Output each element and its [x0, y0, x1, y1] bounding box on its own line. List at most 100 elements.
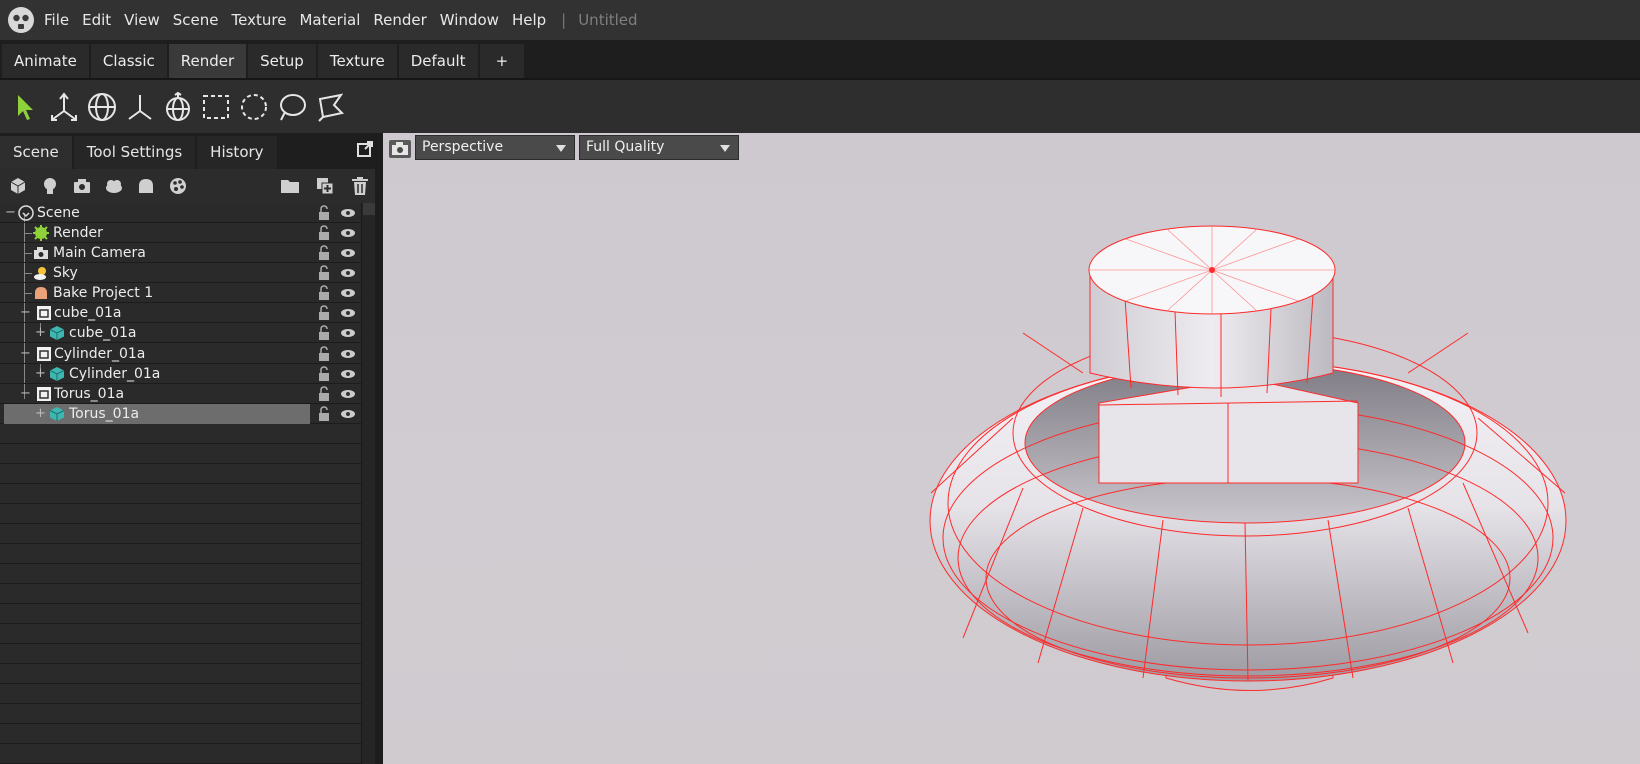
trash-icon[interactable]	[350, 176, 370, 196]
menu-material[interactable]: Material	[299, 11, 360, 29]
lock-icon[interactable]	[318, 325, 330, 341]
add-cube-icon[interactable]	[8, 176, 28, 196]
menu-file[interactable]: File	[44, 11, 69, 29]
tree-row-cylinder-group[interactable]: − Cylinder_01a	[0, 344, 361, 364]
collapse-toggle[interactable]: −	[5, 203, 16, 223]
add-camera-icon[interactable]	[72, 176, 92, 196]
tab-setup[interactable]: Setup	[248, 44, 316, 78]
panel-divider[interactable]	[375, 133, 383, 764]
tree-row-torus-group[interactable]: − Torus_01a	[0, 384, 361, 404]
tree-row-cube-mesh[interactable]: + cube_01a	[0, 323, 361, 343]
tree-row-main-camera[interactable]: Main Camera	[0, 243, 361, 263]
lock-icon[interactable]	[318, 346, 330, 362]
lock-icon[interactable]	[318, 265, 330, 281]
lock-icon[interactable]	[318, 285, 330, 301]
camera-icon[interactable]	[389, 140, 411, 158]
duplicate-icon[interactable]	[315, 176, 335, 196]
circle-select-icon[interactable]	[236, 89, 272, 125]
tree-row-bake-project[interactable]: Bake Project 1	[0, 283, 361, 303]
camera-mode-dropdown[interactable]: Perspective	[415, 135, 575, 160]
menu-texture[interactable]: Texture	[232, 11, 287, 29]
add-bake-icon[interactable]	[136, 176, 156, 196]
tree-row-render[interactable]: Render	[0, 223, 361, 243]
tab-tool-settings[interactable]: Tool Settings	[73, 136, 196, 169]
rect-select-icon[interactable]	[198, 89, 234, 125]
collapse-toggle[interactable]: −	[20, 344, 31, 364]
3d-viewport[interactable]: Perspective Full Quality	[383, 133, 1640, 764]
add-sky-icon[interactable]	[104, 176, 124, 196]
add-tab-button[interactable]: +	[479, 44, 525, 78]
scroll-up-button[interactable]	[363, 203, 375, 215]
scene-root-icon	[18, 205, 34, 221]
mesh-icon	[49, 407, 65, 421]
popout-icon[interactable]	[357, 141, 373, 157]
scale-axis-icon[interactable]	[122, 89, 158, 125]
expand-toggle[interactable]: +	[35, 323, 46, 343]
polygon-select-icon[interactable]	[312, 89, 348, 125]
lock-icon[interactable]	[318, 386, 330, 402]
tab-default[interactable]: Default	[398, 44, 478, 78]
menu-bar: File Edit View Scene Texture Material Re…	[0, 0, 1640, 40]
empty-row	[0, 664, 361, 684]
expand-toggle[interactable]: +	[35, 404, 46, 424]
empty-row	[0, 484, 361, 504]
lock-icon[interactable]	[318, 205, 330, 221]
visibility-eye-icon[interactable]	[340, 369, 356, 379]
tree-label: Main Camera	[53, 245, 146, 261]
visibility-eye-icon[interactable]	[340, 349, 356, 359]
tree-row-torus-mesh[interactable]: + Torus_01a	[0, 404, 361, 424]
menu-render[interactable]: Render	[373, 11, 426, 29]
quality-dropdown[interactable]: Full Quality	[579, 135, 739, 160]
empty-row	[0, 564, 361, 584]
app-logo-icon[interactable]	[6, 5, 36, 35]
lock-icon[interactable]	[318, 366, 330, 382]
menu-scene[interactable]: Scene	[173, 11, 219, 29]
select-arrow-icon[interactable]	[8, 89, 44, 125]
tree-scrollbar[interactable]	[361, 203, 376, 764]
visibility-eye-icon[interactable]	[340, 409, 356, 419]
visibility-eye-icon[interactable]	[340, 389, 356, 399]
visibility-eye-icon[interactable]	[340, 308, 356, 318]
visibility-eye-icon[interactable]	[340, 288, 356, 298]
visibility-eye-icon[interactable]	[340, 268, 356, 278]
add-material-icon[interactable]	[168, 176, 188, 196]
tree-row-cylinder-mesh[interactable]: + Cylinder_01a	[0, 364, 361, 384]
menu-help[interactable]: Help	[512, 11, 546, 29]
expand-toggle[interactable]: +	[35, 364, 46, 384]
lock-icon[interactable]	[318, 305, 330, 321]
scene-render[interactable]	[383, 133, 1640, 764]
lock-icon[interactable]	[318, 406, 330, 422]
empty-row	[0, 524, 361, 544]
tree-label: Torus_01a	[54, 386, 125, 402]
tree-row-cube-group[interactable]: − cube_01a	[0, 303, 361, 323]
lock-icon[interactable]	[318, 225, 330, 241]
empty-row	[0, 604, 361, 624]
rotate-sphere-icon[interactable]	[84, 89, 120, 125]
lasso-select-icon[interactable]	[274, 89, 310, 125]
chevron-down-icon	[720, 145, 730, 152]
empty-row	[0, 584, 361, 604]
menu-view[interactable]: View	[124, 11, 160, 29]
tree-row-scene[interactable]: − Scene	[0, 203, 361, 223]
collapse-toggle[interactable]: −	[20, 303, 31, 323]
tab-texture[interactable]: Texture	[317, 44, 397, 78]
tree-row-sky[interactable]: Sky	[0, 263, 361, 283]
visibility-eye-icon[interactable]	[340, 228, 356, 238]
tab-classic[interactable]: Classic	[90, 44, 167, 78]
tab-scene[interactable]: Scene	[0, 136, 72, 169]
add-light-icon[interactable]	[40, 176, 60, 196]
lock-icon[interactable]	[318, 245, 330, 261]
tab-history[interactable]: History	[197, 136, 277, 169]
folder-icon[interactable]	[280, 176, 300, 196]
collapse-toggle[interactable]: −	[20, 384, 31, 404]
visibility-eye-icon[interactable]	[340, 328, 356, 338]
move-axis-icon[interactable]	[46, 89, 82, 125]
tab-render[interactable]: Render	[168, 44, 247, 78]
tab-animate[interactable]: Animate	[2, 44, 89, 78]
visibility-eye-icon[interactable]	[340, 248, 356, 258]
visibility-eye-icon[interactable]	[340, 208, 356, 218]
menu-window[interactable]: Window	[440, 11, 499, 29]
cage-sphere-icon[interactable]	[160, 89, 196, 125]
menu-edit[interactable]: Edit	[82, 11, 111, 29]
group-icon	[37, 387, 51, 401]
